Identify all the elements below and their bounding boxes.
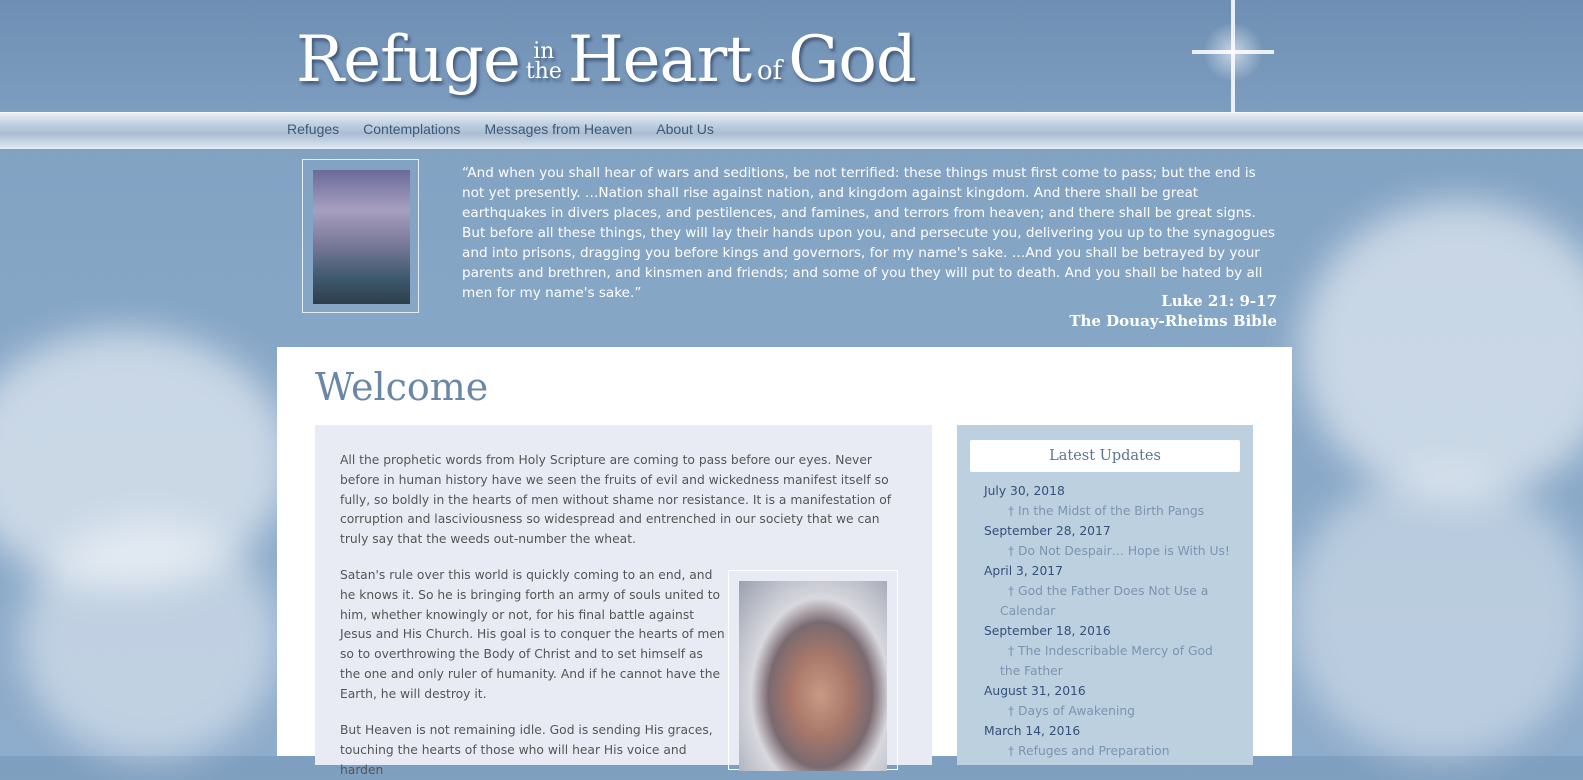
page-title: Welcome: [315, 365, 489, 409]
scripture-quote: “And when you shall hear of wars and sed…: [462, 165, 1275, 301]
welcome-article: All the prophetic words from Holy Script…: [315, 425, 932, 777]
nav-about-us[interactable]: About Us: [656, 121, 714, 137]
weeping-mary-image: [739, 581, 887, 771]
nav-contemplations[interactable]: Contemplations: [363, 121, 460, 137]
latest-updates-title: Latest Updates: [970, 440, 1240, 472]
cloud-right: [1300, 200, 1583, 500]
update-date: September 28, 2017: [984, 524, 1111, 538]
cloud-left-low: [20, 520, 280, 760]
nav-messages-from-heaven[interactable]: Messages from Heaven: [484, 121, 632, 137]
jesus-image: [313, 170, 410, 304]
logo-word-god: God: [788, 23, 917, 97]
site-header: Refuge in the Heart of God: [0, 0, 1583, 112]
update-link[interactable]: † Refuges and Preparation: [984, 741, 1234, 761]
update-link[interactable]: † God the Father Does Not Use a Calendar: [984, 581, 1234, 621]
updates-list: July 30, 2018 † In the Midst of the Birt…: [984, 481, 1234, 761]
star-icon: [1192, 0, 1274, 112]
scripture-source: The Douay-Rheims Bible: [1069, 312, 1277, 330]
update-date: April 3, 2017: [984, 564, 1063, 578]
logo-word-the: the: [525, 59, 562, 84]
logo-word-refuge: Refuge: [296, 23, 521, 97]
content-panel: Welcome All the prophetic words from Hol…: [277, 347, 1292, 777]
article-paragraph-2: Satan's rule over this world is quickly …: [340, 568, 725, 701]
update-date: July 30, 2018: [984, 484, 1065, 498]
update-link[interactable]: † In the Midst of the Birth Pangs: [984, 501, 1234, 521]
scripture-citation: Luke 21: 9-17 The Douay-Rheims Bible: [1069, 291, 1277, 331]
update-date: March 14, 2016: [984, 724, 1081, 738]
logo-word-heart: Heart: [567, 23, 752, 97]
update-link[interactable]: † Do Not Despair… Hope is With Us!: [984, 541, 1234, 561]
scripture-reference: Luke 21: 9-17: [1161, 292, 1277, 310]
latest-updates-sidebar: Latest Updates July 30, 2018 † In the Mi…: [957, 425, 1253, 765]
mary-image-frame: [728, 570, 898, 771]
article-paragraph-1: All the prophetic words from Holy Script…: [340, 453, 892, 547]
logo-word-of: of: [757, 56, 783, 86]
nav-refuges[interactable]: Refuges: [287, 121, 339, 137]
logo-in-the: in the: [525, 41, 562, 84]
cloud-right-low: [1290, 470, 1583, 760]
update-date: August 31, 2016: [984, 684, 1086, 698]
update-link[interactable]: † The Indescribable Mercy of God the Fat…: [984, 641, 1234, 681]
jesus-image-frame: [302, 159, 419, 313]
site-logo[interactable]: Refuge in the Heart of God: [296, 10, 917, 100]
update-date: September 18, 2016: [984, 624, 1111, 638]
article-paragraph-3: But Heaven is not remaining idle. God is…: [340, 723, 713, 777]
update-link[interactable]: † Days of Awakening: [984, 701, 1234, 721]
main-nav: Refuges Contemplations Messages from Hea…: [0, 112, 1583, 149]
